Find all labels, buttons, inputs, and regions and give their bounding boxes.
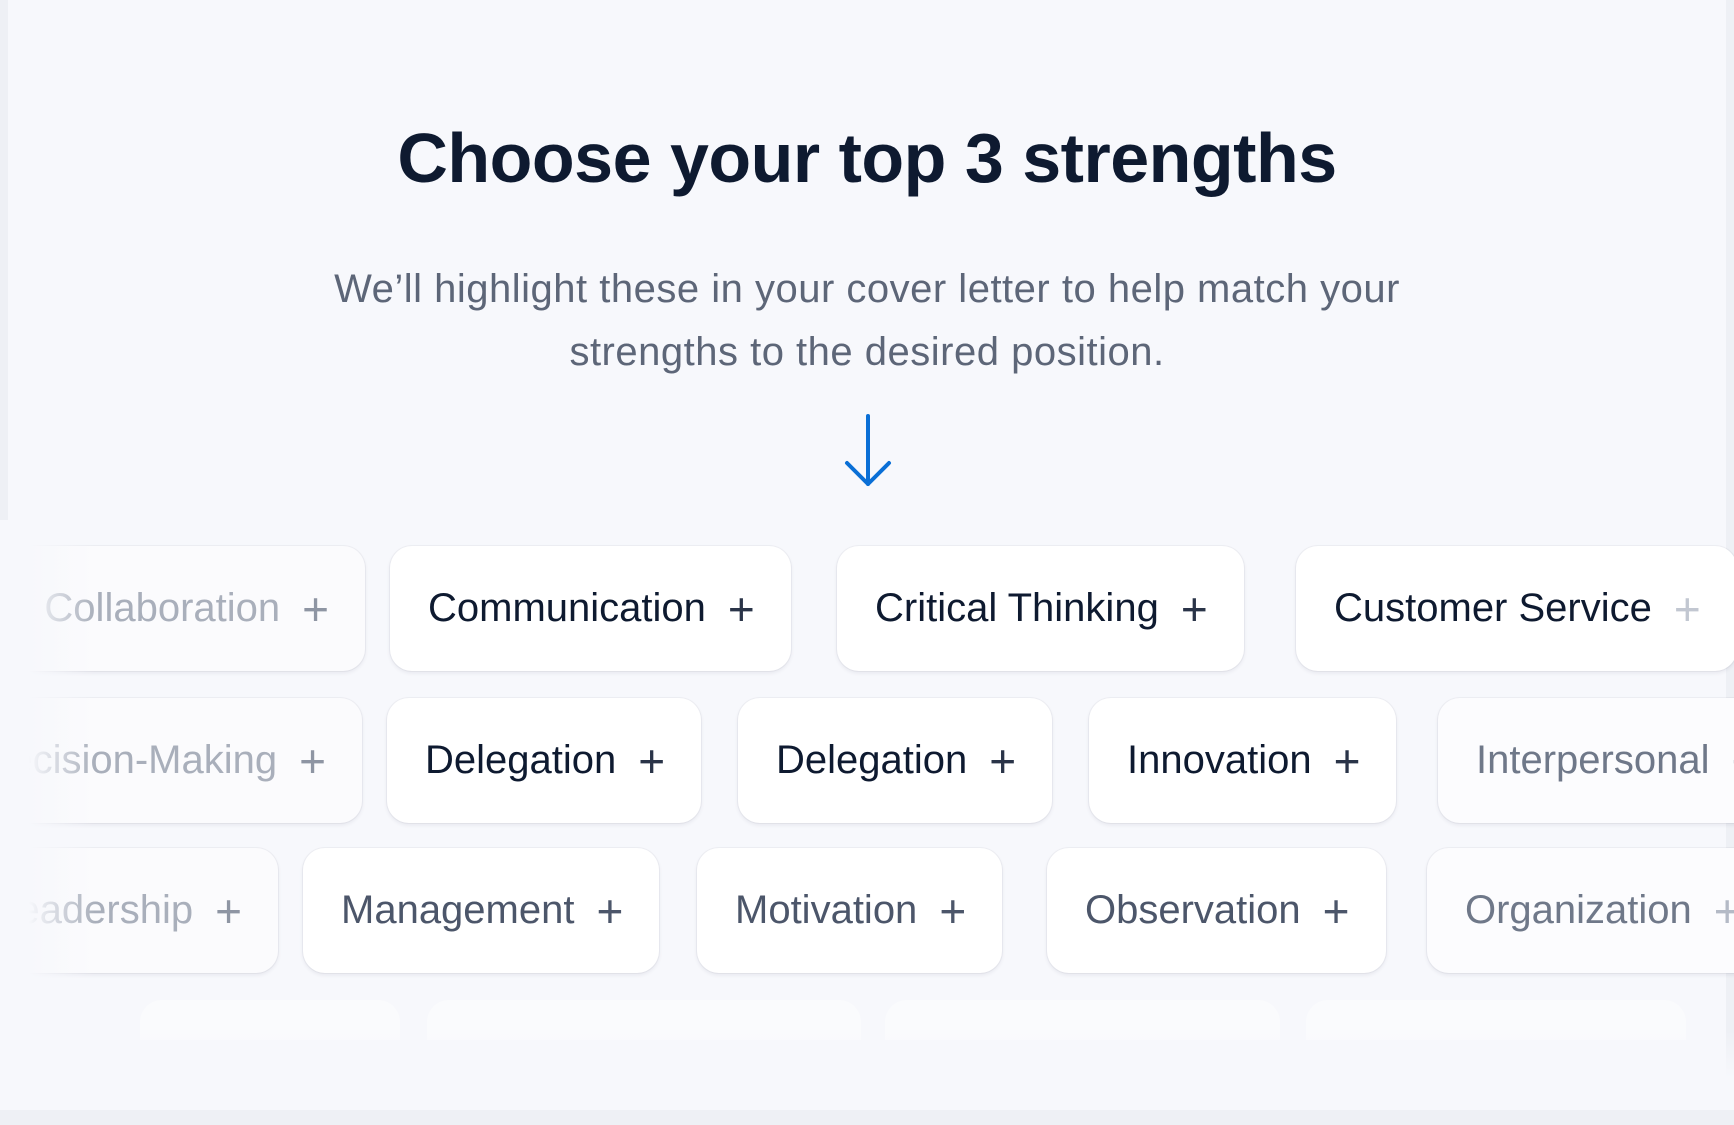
page-subtitle: We’ll highlight these in your cover lett…	[267, 258, 1467, 384]
left-fade-overlay	[0, 520, 95, 1104]
strength-chip-innovation[interactable]: Innovation +	[1089, 698, 1397, 823]
strengths-row-2: Decision-Making + Delegation + Delegation +…	[0, 698, 1734, 823]
strength-chip-delegation-2[interactable]: Delegation +	[738, 698, 1053, 823]
chip-label: Management	[341, 888, 575, 932]
strength-chip-management[interactable]: Management +	[303, 848, 660, 973]
plus-icon: +	[1713, 884, 1734, 937]
subtitle-line-1: We’ll highlight these in your cover lett…	[334, 267, 1400, 311]
strength-chip-delegation[interactable]: Delegation +	[387, 698, 702, 823]
plus-icon: +	[939, 884, 967, 937]
plus-icon: +	[638, 734, 666, 787]
plus-icon: +	[1180, 582, 1208, 635]
strength-chip-observation[interactable]: Observation +	[1047, 848, 1386, 973]
bottom-fade-overlay	[0, 1030, 1734, 1110]
plus-icon: +	[1673, 582, 1701, 635]
chip-label: Motivation	[735, 888, 918, 932]
plus-icon: +	[215, 884, 242, 937]
strength-chip-motivation[interactable]: Motivation +	[697, 848, 1003, 973]
plus-icon: +	[1333, 734, 1361, 787]
strength-chip-critical-thinking[interactable]: Critical Thinking +	[837, 546, 1244, 671]
chip-label: Observation	[1085, 888, 1301, 932]
strengths-row-1: Collaboration + Communication + Critical T…	[0, 546, 1734, 671]
plus-icon: +	[302, 582, 329, 635]
page-title: Choose your top 3 strengths	[397, 119, 1337, 197]
plus-icon: +	[727, 582, 755, 635]
chip-label: Delegation	[425, 738, 617, 782]
chip-label: Critical Thinking	[875, 586, 1159, 630]
chip-label: Communication	[428, 586, 706, 630]
strength-chip-organization[interactable]: Organization +	[1427, 848, 1734, 973]
arrow-down-icon	[845, 414, 891, 486]
plus-icon: +	[1322, 884, 1350, 937]
chip-label: Organization	[1465, 888, 1692, 932]
plus-icon: +	[299, 734, 326, 787]
plus-icon: +	[989, 734, 1017, 787]
strength-chip-interpersonal[interactable]: Interpersonal+	[1438, 698, 1734, 823]
plus-icon: +	[596, 884, 624, 937]
strength-chip-communication[interactable]: Communication +	[390, 546, 791, 671]
strength-chip-customer-service[interactable]: Customer Service +	[1296, 546, 1734, 671]
chip-label: Delegation	[776, 738, 968, 782]
chip-label: Interpersonal	[1476, 738, 1710, 782]
chip-label: Customer Service	[1334, 586, 1652, 630]
subtitle-line-2: strengths to the desired position.	[569, 330, 1165, 374]
chip-label: Innovation	[1127, 738, 1312, 782]
strengths-row-3: Leadership + Management + Motivation + Obse…	[0, 848, 1734, 973]
